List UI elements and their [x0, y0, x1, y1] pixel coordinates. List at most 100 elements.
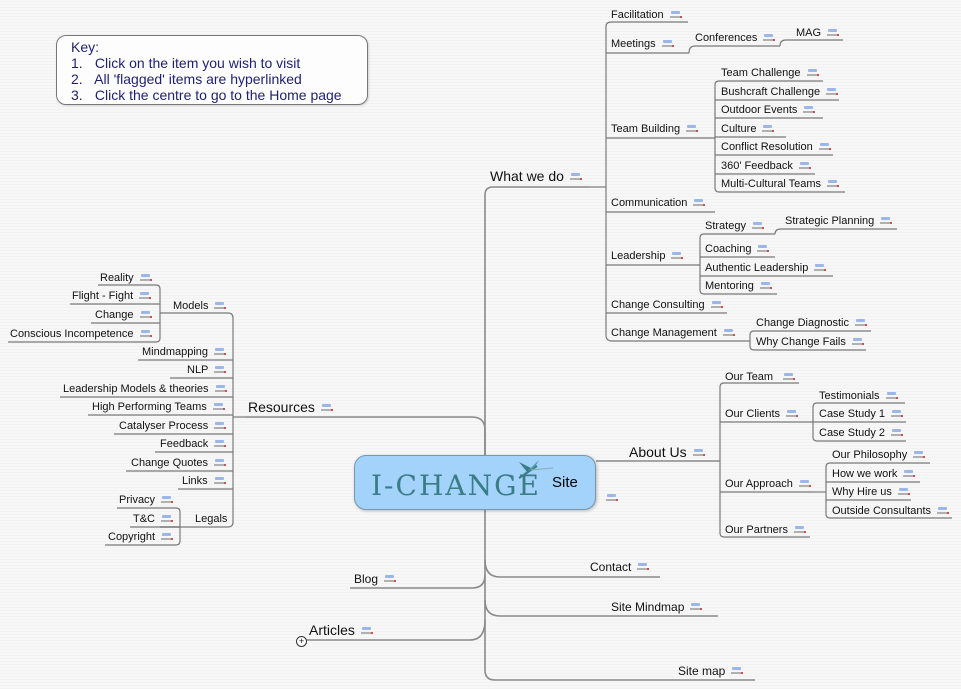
- link-icon[interactable]: [214, 458, 227, 468]
- link-icon[interactable]: [692, 448, 705, 458]
- link-icon[interactable]: [384, 574, 397, 584]
- node-why-change-fails[interactable]: Why Change Fails: [756, 335, 864, 349]
- link-icon[interactable]: [793, 525, 806, 535]
- node-blog[interactable]: Blog: [354, 572, 397, 586]
- node-about-us[interactable]: About Us: [629, 444, 705, 461]
- node-change-diagnostic[interactable]: Change Diagnostic: [756, 316, 867, 330]
- node-facilitation[interactable]: Facilitation: [611, 8, 682, 22]
- node-site-map[interactable]: Site map: [678, 664, 744, 678]
- node-strategic-planning[interactable]: Strategic Planning: [785, 214, 893, 228]
- node-tc[interactable]: T&C: [133, 512, 173, 526]
- link-icon[interactable]: [803, 105, 816, 115]
- node-360-feedback[interactable]: 360' Feedback: [721, 159, 811, 173]
- node-site-mindmap[interactable]: Site Mindmap: [611, 600, 703, 614]
- link-icon[interactable]: [214, 384, 227, 394]
- node-high-performing-teams[interactable]: High Performing Teams: [92, 400, 225, 414]
- node-multi-cultural-teams[interactable]: Multi-Cultural Teams: [721, 177, 840, 191]
- node-catalyser-process[interactable]: Catalyser Process: [119, 419, 227, 433]
- link-icon[interactable]: [669, 10, 682, 20]
- node-nlp[interactable]: NLP: [187, 363, 227, 377]
- link-icon[interactable]: [937, 506, 950, 516]
- node-conflict-resolution[interactable]: Conflict Resolution: [721, 140, 831, 154]
- link-icon[interactable]: [161, 495, 174, 505]
- node-case-study-1[interactable]: Case Study 1: [819, 407, 904, 421]
- node-reality[interactable]: Reality: [100, 271, 152, 285]
- link-icon[interactable]: [903, 469, 916, 479]
- node-case-study-2[interactable]: Case Study 2: [819, 426, 904, 440]
- node-team-building[interactable]: Team Building: [611, 122, 699, 136]
- node-flight-fight[interactable]: Flight - Fight: [72, 289, 152, 303]
- node-links[interactable]: Links: [182, 474, 226, 488]
- link-icon[interactable]: [913, 450, 926, 460]
- node-testimonials[interactable]: Testimonials: [819, 389, 898, 403]
- link-icon[interactable]: [880, 216, 893, 226]
- node-conscious-incompetence[interactable]: Conscious Incompetence: [10, 327, 152, 341]
- node-change-consulting[interactable]: Change Consulting: [611, 298, 723, 312]
- link-icon[interactable]: [885, 391, 898, 401]
- link-icon[interactable]: [161, 514, 173, 524]
- link-icon[interactable]: [710, 300, 723, 310]
- link-icon[interactable]: [161, 532, 174, 542]
- link-icon[interactable]: [320, 403, 333, 413]
- link-icon[interactable]: [798, 161, 811, 171]
- link-icon[interactable]: [851, 337, 864, 347]
- node-our-partners[interactable]: Our Partners: [725, 523, 806, 537]
- node-change-management[interactable]: Change Management: [611, 326, 735, 340]
- node-change[interactable]: Change: [95, 308, 152, 322]
- link-icon[interactable]: [891, 409, 904, 419]
- link-icon[interactable]: [759, 281, 772, 291]
- node-change-quotes[interactable]: Change Quotes: [131, 456, 227, 470]
- node-our-approach[interactable]: Our Approach: [725, 477, 811, 491]
- expand-articles-button[interactable]: +: [296, 636, 307, 647]
- node-copyright[interactable]: Copyright: [108, 530, 174, 544]
- node-leadership[interactable]: Leadership: [611, 249, 684, 263]
- node-articles[interactable]: Articles: [309, 622, 373, 639]
- link-icon[interactable]: [212, 402, 225, 412]
- node-conferences[interactable]: Conferences: [695, 31, 776, 45]
- node-communication[interactable]: Communication: [611, 196, 706, 210]
- node-mentoring[interactable]: Mentoring: [705, 279, 772, 293]
- node-why-hire-us[interactable]: Why Hire us: [832, 485, 910, 499]
- link-icon[interactable]: [569, 172, 582, 182]
- link-icon[interactable]: [762, 124, 775, 134]
- node-outdoor-events[interactable]: Outdoor Events: [721, 103, 816, 117]
- node-our-clients[interactable]: Our Clients: [725, 407, 799, 421]
- node-strategy[interactable]: Strategy: [705, 219, 764, 233]
- node-contact[interactable]: Contact: [590, 560, 650, 574]
- node-team-challenge[interactable]: Team Challenge: [721, 66, 819, 80]
- link-icon[interactable]: [214, 347, 227, 357]
- link-icon[interactable]: [818, 142, 831, 152]
- link-icon[interactable]: [783, 372, 796, 382]
- node-how-we-work[interactable]: How we work: [832, 467, 916, 481]
- link-icon[interactable]: [786, 409, 799, 419]
- link-icon[interactable]: [637, 562, 650, 572]
- link-icon[interactable]: [827, 179, 840, 189]
- node-outside-consultants[interactable]: Outside Consultants: [832, 504, 950, 518]
- link-icon[interactable]: [854, 318, 867, 328]
- link-icon[interactable]: [214, 365, 227, 375]
- node-meetings[interactable]: Meetings: [611, 37, 674, 51]
- link-icon[interactable]: [826, 87, 839, 97]
- link-icon[interactable]: [751, 221, 764, 231]
- link-icon[interactable]: [139, 310, 152, 320]
- link-icon[interactable]: [661, 39, 674, 49]
- node-mindmapping[interactable]: Mindmapping: [142, 345, 227, 359]
- link-icon[interactable]: [693, 198, 706, 208]
- link-icon[interactable]: [214, 439, 227, 449]
- node-what-we-do[interactable]: What we do: [490, 168, 582, 185]
- node-our-team[interactable]: Our Team: [725, 370, 796, 384]
- link-icon[interactable]: [690, 602, 703, 612]
- link-icon[interactable]: [814, 263, 827, 273]
- link-icon[interactable]: [360, 626, 373, 636]
- link-icon[interactable]: [139, 291, 152, 301]
- link-icon[interactable]: [891, 428, 904, 438]
- link-icon[interactable]: [827, 28, 840, 38]
- link-icon[interactable]: [606, 493, 618, 503]
- link-icon[interactable]: [686, 124, 699, 134]
- link-icon[interactable]: [731, 666, 744, 676]
- link-icon[interactable]: [722, 328, 735, 338]
- link-icon[interactable]: [897, 487, 910, 497]
- link-icon[interactable]: [757, 244, 770, 254]
- link-icon[interactable]: [798, 479, 811, 489]
- link-icon[interactable]: [139, 273, 152, 283]
